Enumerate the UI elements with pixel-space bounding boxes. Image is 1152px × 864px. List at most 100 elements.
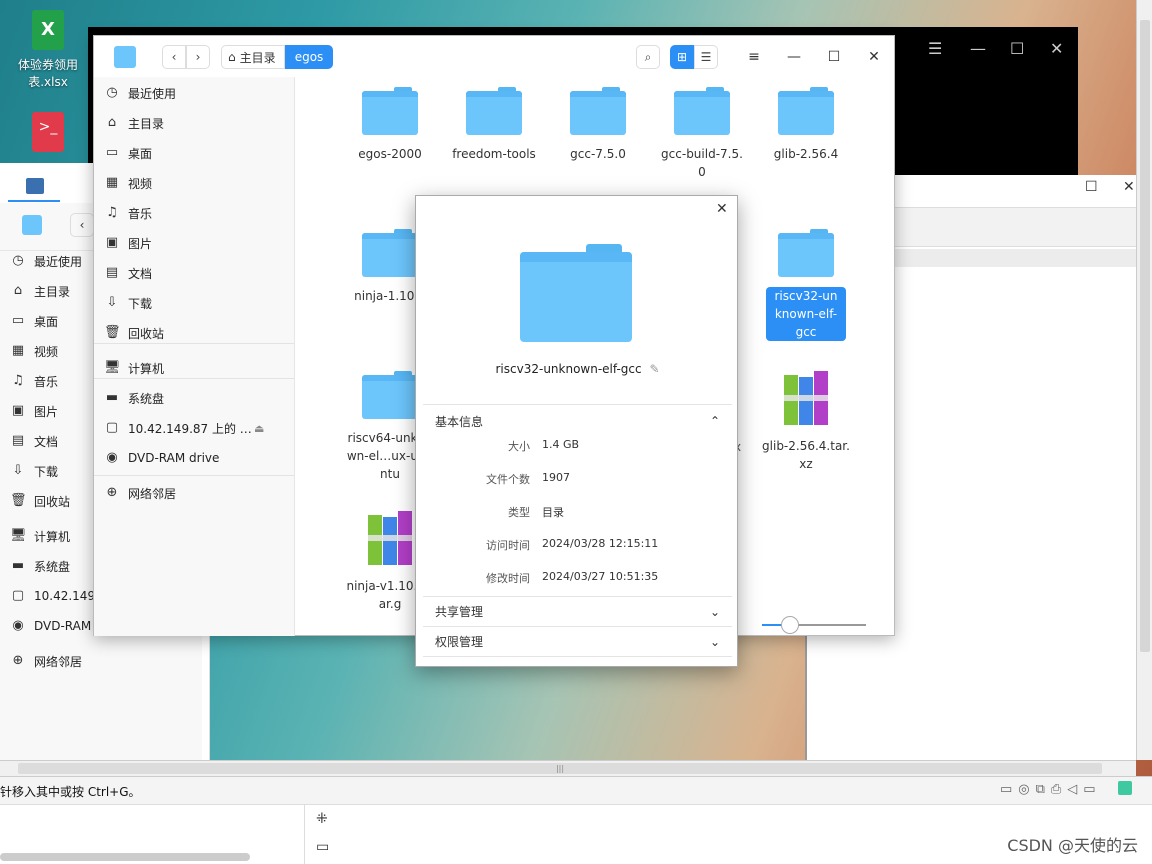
folder-item[interactable]: egos-2000 (338, 87, 442, 163)
sidebar-item[interactable]: 🖥 计算机 (104, 356, 164, 380)
minimize-button[interactable]: — (782, 46, 806, 68)
desktop-icon-label: 体验券领用表.xlsx (17, 58, 78, 89)
file-name: egos-2000 (358, 147, 422, 161)
sidebar-item[interactable]: ▦ 视频 (104, 171, 152, 195)
section-title: 共享管理 (435, 605, 484, 619)
archive-icon (784, 371, 828, 425)
close-button[interactable]: ✕ (862, 46, 886, 68)
folder-item[interactable]: glib-2.56.4 (754, 87, 858, 163)
folder-icon (778, 87, 834, 135)
info-row: 类型 目录 (416, 504, 739, 520)
sidebar-item[interactable]: ⊕ 网络邻居 (104, 481, 176, 505)
download-icon: ⇩ (106, 295, 118, 310)
section-permission[interactable]: 权限管理 ⌄ (423, 627, 732, 657)
close-icon[interactable]: ✕ (1123, 179, 1135, 195)
vm-status-icon[interactable] (1118, 781, 1132, 795)
zoom-slider-handle[interactable] (781, 616, 799, 634)
monitor-icon[interactable]: ▭ (316, 839, 329, 855)
eject-icon[interactable]: ⏏ (254, 422, 264, 435)
sidebar-item[interactable]: ▣ 图片 (104, 231, 152, 255)
desktop-icon-xlsx[interactable]: X 体验券领用表.xlsx (8, 10, 88, 90)
sidebar-item[interactable]: ♫ 音乐 (104, 201, 152, 225)
breadcrumb-home[interactable]: ⌂ 主目录 (221, 45, 285, 69)
back-button[interactable]: ‹ (162, 45, 186, 69)
sidebar-item[interactable]: ⌂ 主目录 (10, 279, 70, 303)
sidebar-item[interactable]: ▤ 文档 (104, 261, 152, 285)
menu-icon[interactable]: ☰ (928, 39, 942, 58)
list-view-button[interactable]: ☰ (694, 45, 718, 69)
sidebar-item[interactable]: ♫ 音乐 (10, 369, 58, 393)
trash-icon: 🗑 (104, 325, 121, 340)
sidebar-item[interactable]: ◉ DVD-RAM drive (104, 446, 219, 470)
section-share[interactable]: 共享管理 ⌄ (423, 597, 732, 627)
sidebar-item[interactable]: ⇩ 下载 (104, 291, 152, 315)
sidebar-item[interactable]: ◷ 最近使用 (10, 249, 82, 273)
status-tray-icons[interactable]: ▭◎⧉⎙◁▭ (1000, 782, 1102, 797)
archive-item[interactable]: glib-2.56.4.tar.xz (754, 371, 858, 473)
horizontal-scrollbar[interactable]: ||| (0, 760, 1136, 776)
sidebar-item[interactable]: ▢ 10.42.149 (10, 584, 95, 608)
info-key: 修改时间 (486, 572, 530, 585)
sidebar-item-label: 计算机 (128, 361, 165, 376)
sidebar-item[interactable]: ▬ 系统盘 (10, 554, 70, 578)
sidebar-item[interactable]: 🗑 回收站 (10, 489, 70, 513)
menu-button[interactable]: ≡ (742, 46, 766, 68)
desktop-icon-terminal[interactable]: >_ (8, 112, 88, 152)
folder-item[interactable]: gcc-build-7.5.0 (650, 87, 754, 181)
folder-item[interactable]: freedom-tools (442, 87, 546, 163)
search-icon: ⌕ (644, 49, 652, 64)
scrollbar-thumb[interactable]: ||| (18, 763, 1102, 774)
sidebar: ◷ 最近使用 ⌂ 主目录 ▭ 桌面 ▦ 视频 ♫ 音乐 ▣ 图片 ▤ 文档 ⇩ 下载 🗑 回收站 🖥 计算机 ▬ 系统盘 ▢… (94, 77, 295, 636)
minimize-icon[interactable]: — (970, 39, 986, 58)
sidebar-item-label: 图片 (128, 236, 153, 251)
desktop-icon: ▭ (105, 145, 119, 160)
icon-view-button[interactable]: ⊞ (670, 45, 694, 69)
vertical-scrollbar[interactable] (1136, 0, 1152, 760)
sidebar-item[interactable]: ▭ 桌面 (10, 309, 58, 333)
file-name: riscv32-unknown-elf-gcc (766, 287, 846, 341)
sidebar-item[interactable]: ▢ 10.42.149.87 上的 … ⏏ (104, 416, 265, 440)
tab-active[interactable] (8, 166, 60, 202)
sidebar-item[interactable]: 🗑 回收站 (104, 321, 164, 345)
home-icon: ⌂ (13, 283, 23, 298)
home-icon: ⌂ (107, 115, 117, 130)
sidebar-item[interactable]: 🖥 计算机 (10, 524, 70, 548)
sidebar-item[interactable]: ▣ 图片 (10, 399, 58, 423)
back-button[interactable]: ‹ (70, 213, 94, 237)
sidebar-item[interactable]: ◉ DVD-RAM (10, 614, 91, 638)
maximize-icon[interactable]: ☐ (1010, 39, 1024, 58)
document-icon: ▤ (105, 265, 119, 280)
sidebar-item[interactable]: ⊕ 网络邻居 (10, 649, 82, 673)
list-icon: ☰ (700, 50, 712, 64)
sidebar-divider (94, 378, 294, 379)
scrollbar-thumb[interactable] (1140, 20, 1150, 652)
forward-button[interactable]: › (186, 45, 210, 69)
maximize-button[interactable]: ☐ (822, 46, 846, 68)
folder-item[interactable]: gcc-7.5.0 (546, 87, 650, 163)
search-button[interactable]: ⌕ (636, 45, 660, 69)
maximize-icon[interactable]: ☐ (1085, 179, 1098, 195)
breadcrumb-current[interactable]: egos (285, 45, 333, 69)
folder-icon (466, 87, 522, 135)
info-rows: 大小 1.4 GB 文件个数 1907 类型 目录 访问时间 2024/03/28 12:15… (416, 196, 739, 596)
sidebar-item[interactable]: ◷ 最近使用 (104, 81, 176, 105)
file-manager-icon (22, 215, 42, 235)
sidebar-item[interactable]: ▦ 视频 (10, 339, 58, 363)
properties-dialog: ✕ riscv32-unknown-elf-gcc ✎ 基本信息 ⌃ 大小 1.4… (415, 195, 738, 667)
sidebar-item[interactable]: ⇩ 下载 (10, 459, 58, 483)
folder-icon (778, 229, 834, 277)
disk-icon: ▬ (105, 390, 119, 405)
menu-icon: ≡ (748, 49, 760, 65)
minimize-icon: — (787, 49, 801, 65)
sidebar-item-label: DVD-RAM drive (128, 451, 220, 465)
folder-item[interactable]: riscv32-unknown-elf-gcc (754, 229, 858, 341)
sidebar-item-label: 主目录 (34, 284, 71, 299)
grid-icon[interactable]: ⁜ (316, 811, 328, 827)
sidebar-item[interactable]: ▭ 桌面 (104, 141, 152, 165)
sidebar-item[interactable]: ⌂ 主目录 (104, 111, 164, 135)
sidebar-item[interactable]: ▬ 系统盘 (104, 386, 164, 410)
bottom-scrollbar[interactable] (0, 853, 250, 861)
sidebar-item-label: 文档 (128, 266, 153, 281)
sidebar-item[interactable]: ▤ 文档 (10, 429, 58, 453)
close-icon[interactable]: ✕ (1050, 39, 1063, 58)
